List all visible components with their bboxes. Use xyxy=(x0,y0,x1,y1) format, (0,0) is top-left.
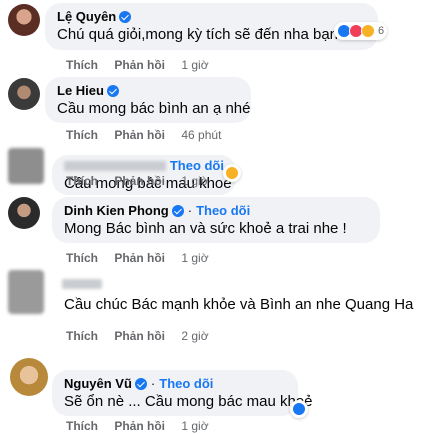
like-button[interactable]: Thích xyxy=(66,251,98,265)
like-reaction-icon xyxy=(292,402,306,416)
comment-text: Cầu chúc Bác mạnh khỏe và Bình an nhe Qu… xyxy=(64,296,414,313)
follow-button[interactable]: Theo dõi xyxy=(170,158,224,174)
comment-bubble: Dinh Kien Phong · Theo dõi Mong Bác bình… xyxy=(52,197,380,243)
commenter-name[interactable]: Dinh Kien Phong · Theo dõi xyxy=(64,203,368,219)
like-button[interactable]: Thích xyxy=(66,419,98,433)
comment-bubble: Lệ Quyên Chú quá giỏi,mong kỳ tích sẽ đế… xyxy=(45,3,378,50)
blurred-name xyxy=(62,279,102,289)
comment-bubble: Cầu chúc Bác mạnh khỏe và Bình an nhe Qu… xyxy=(52,290,414,322)
comment-bubble: Le Hieu Cầu mong bác bình an ạ nhé xyxy=(45,77,251,123)
comment-bubble: Nguyên Vũ · Theo dõi Sẽ ổn nè ... Cầu mo… xyxy=(52,370,313,416)
comment-time[interactable]: 2 giờ xyxy=(181,329,208,343)
comment-time[interactable]: 1 giờ xyxy=(181,251,208,265)
like-button[interactable]: Thích xyxy=(66,58,98,72)
comment-text: Cầu mong bác bình an ạ nhé xyxy=(57,100,251,117)
comment-actions: Thích Phản hồi 1 giờ xyxy=(66,58,222,72)
care-reaction-icon xyxy=(361,24,375,38)
comment-actions: Thích Phản hồi 1 giờ xyxy=(66,251,222,265)
avatar-blurred[interactable] xyxy=(8,148,44,184)
comment-text: Chú quá giỏi,mong kỳ tích sẽ đến nha bạn… xyxy=(57,26,354,43)
reply-button[interactable]: Phản hồi xyxy=(114,58,165,72)
commenter-name[interactable]: Nguyên Vũ · Theo dõi xyxy=(64,376,286,392)
reaction-summary[interactable]: 6 xyxy=(334,22,388,40)
separator: · xyxy=(150,376,156,391)
avatar-le-quyen[interactable] xyxy=(8,4,40,36)
follow-button[interactable]: Theo dõi xyxy=(196,203,250,219)
like-button[interactable]: Thích xyxy=(66,329,98,343)
comment-time[interactable]: 1 giờ xyxy=(181,419,208,433)
like-button[interactable]: Thích xyxy=(66,128,98,142)
avatar-nguyen-vu[interactable] xyxy=(10,358,48,396)
avatar-blurred[interactable] xyxy=(8,270,44,314)
commenter-name[interactable]: Le Hieu xyxy=(57,83,239,99)
reply-button[interactable]: Phản hồi xyxy=(114,128,165,142)
reply-button[interactable]: Phản hồi xyxy=(114,329,165,343)
comment-actions: Thích Phản hồi 2 giờ xyxy=(66,329,222,343)
comment-time[interactable]: 46 phút xyxy=(181,128,221,142)
commenter-name[interactable]: Theo dõi xyxy=(64,158,224,174)
reply-button[interactable]: Phản hồi xyxy=(114,419,165,433)
separator: · xyxy=(187,203,193,218)
reaction-summary[interactable] xyxy=(290,400,308,418)
reply-button[interactable]: Phản hồi xyxy=(114,251,165,265)
reply-button[interactable]: Phản hồi xyxy=(114,174,165,188)
reaction-count: 6 xyxy=(378,25,385,37)
avatar-dinh-kien-phong[interactable] xyxy=(8,197,40,229)
comment-text: Mong Bác bình an và sức khoẻ a trai nhe … xyxy=(64,220,347,237)
comment-actions: Thích Phản hồi 1 giờ xyxy=(66,174,222,188)
like-button[interactable]: Thích xyxy=(66,174,98,188)
commenter-name[interactable]: Lệ Quyên xyxy=(57,9,366,25)
avatar-le-hieu[interactable] xyxy=(8,78,40,110)
verified-badge-icon xyxy=(171,205,184,217)
comment-actions: Thích Phản hồi 46 phút xyxy=(66,128,234,142)
comment-time[interactable]: 1 giờ xyxy=(181,58,208,72)
comment-actions: Thích Phản hồi 1 giờ xyxy=(66,419,222,433)
verified-badge-icon xyxy=(119,11,132,23)
comment-text: Sẽ ổn nè ... Cầu mong bác mau khoẻ xyxy=(64,393,313,410)
verified-badge-icon xyxy=(134,378,147,390)
comment-time[interactable]: 1 giờ xyxy=(181,174,208,188)
follow-button[interactable]: Theo dõi xyxy=(159,376,213,392)
verified-badge-icon xyxy=(106,85,119,97)
reaction-summary[interactable] xyxy=(223,164,241,182)
haha-reaction-icon xyxy=(225,166,239,180)
blurred-name xyxy=(64,161,166,171)
